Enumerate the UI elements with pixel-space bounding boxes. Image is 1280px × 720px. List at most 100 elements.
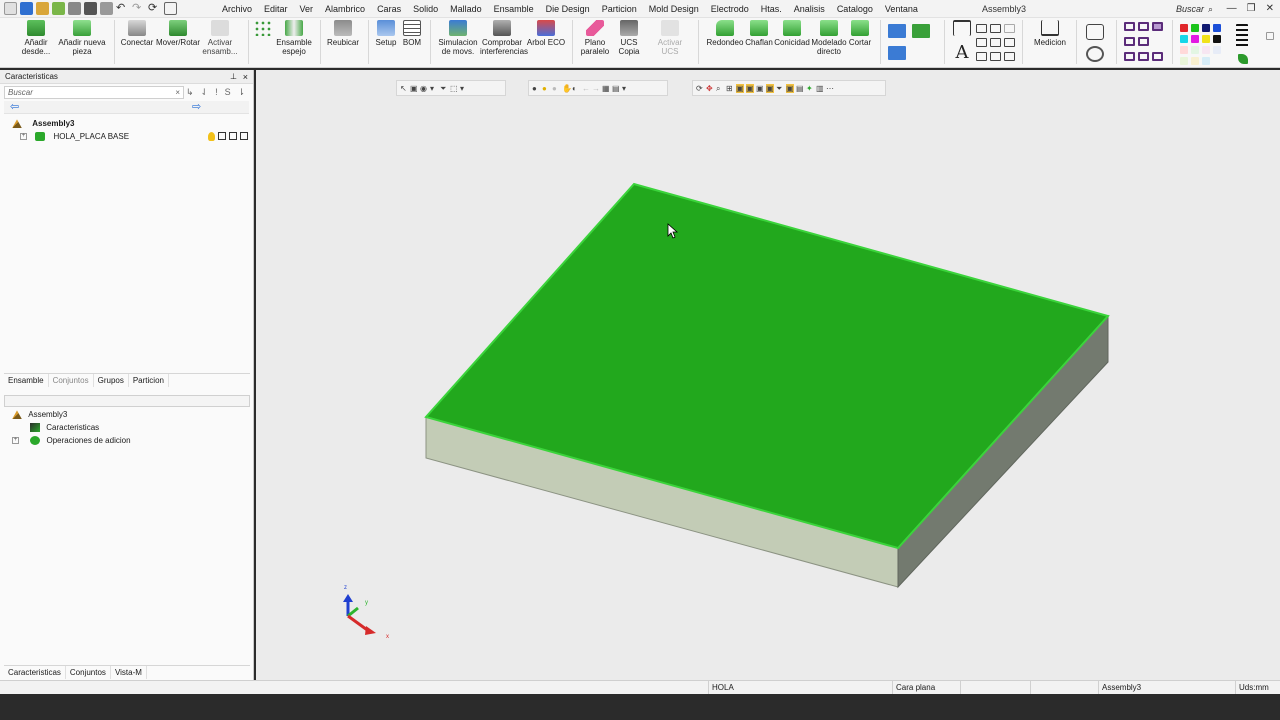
dim-tool-7[interactable] [976,52,987,61]
scene[interactable]: z y x [256,70,1280,680]
menu-item-ventana[interactable]: Ventana [879,0,924,18]
menu-item-mallado[interactable]: Mallado [444,0,488,18]
expand-icon[interactable]: + [20,133,27,141]
activate-assembly-button[interactable]: Activar ensamb... [202,20,238,56]
menu-item-archivo[interactable]: Archivo [216,0,258,18]
open-folder-icon[interactable] [36,2,49,15]
minimize-button[interactable]: — [1227,0,1237,18]
menu-item-die-design[interactable]: Die Design [540,0,596,18]
menu-item-alambrico[interactable]: Alambrico [319,0,371,18]
transform-icon-2[interactable] [912,24,930,38]
taper-button[interactable]: Conicidad [774,20,810,47]
menu-item-editar[interactable]: Editar [258,0,294,18]
part-option-icon-1[interactable] [218,132,226,140]
global-search[interactable]: Buscar ⌕ [1176,2,1222,16]
tab-conjuntos[interactable]: Conjuntos [49,374,94,387]
lower-tree-root[interactable]: Assembly3 [0,408,252,421]
color-light-1[interactable] [1180,46,1188,54]
back-arrow-icon[interactable]: ⇦ [10,100,19,113]
direct-modeling-button[interactable]: Modelado directo [810,20,848,56]
view-cube-5[interactable] [1138,37,1149,46]
relocate-button[interactable]: Reubicar [325,20,361,47]
lower-tree-add-ops[interactable]: + Operaciones de adicion [0,434,252,447]
part-option-icon-2[interactable] [229,132,237,140]
transform-icon-1[interactable] [888,24,906,38]
ucs-copy-button[interactable]: UCS Copia [610,20,648,56]
clear-search-icon[interactable]: × [175,87,180,98]
menu-item-mold-design[interactable]: Mold Design [643,0,705,18]
color-red[interactable] [1180,24,1188,32]
plate-top-face[interactable] [424,182,1110,550]
filter-icon-1[interactable]: ↳ [186,87,194,98]
part-option-icon-3[interactable] [240,132,248,140]
bom-button[interactable]: BOM [400,20,424,47]
color-dark-blue[interactable] [1202,24,1210,32]
print-icon[interactable] [68,2,81,15]
dim-tool-6[interactable] [1004,38,1015,47]
view-icon[interactable] [84,2,97,15]
3d-viewport[interactable]: ↖ ▣ ◉ ▾ ⏷ ⬚ ▾ ● ● ● ✋ ◐ ← → ▦ ▤ ▾ ⟳ ✥ ⌕ … [256,70,1280,680]
view-cube-4[interactable] [1124,37,1135,46]
view-cube-7[interactable] [1138,52,1149,61]
add-new-part-button[interactable]: Añadir nueva pieza [58,20,106,56]
ribbon-expand-icon[interactable] [1266,32,1274,40]
dim-tool-3[interactable] [1004,24,1015,33]
filter-icon-5[interactable]: ⇂ [238,87,246,98]
color-cyan[interactable] [1180,35,1188,43]
tab-ensamble[interactable]: Ensamble [4,374,49,387]
cut-button[interactable]: Cortar [846,20,874,47]
menu-item-electrodo[interactable]: Electrodo [705,0,755,18]
color-light-2[interactable] [1191,46,1199,54]
dim-tool-2[interactable] [990,24,1001,33]
tree-root[interactable]: Assembly3 [0,117,253,130]
text-button[interactable]: A [950,44,974,62]
close-button[interactable]: ✕ [1266,0,1274,18]
dim-tool-4[interactable] [976,38,987,47]
dim-tool-9[interactable] [1004,52,1015,61]
activate-ucs-button[interactable]: Activar UCS [650,20,690,56]
color-green[interactable] [1191,24,1199,32]
menu-item-solido[interactable]: Solido [407,0,444,18]
color-light-5[interactable] [1180,57,1188,65]
filter-icon-2[interactable]: ⇃ [201,87,209,98]
new-file-icon[interactable] [52,2,65,15]
filter-icon-3[interactable]: ! [215,87,218,98]
pin-icon[interactable]: ⊥ [230,70,237,84]
color-light-7[interactable] [1202,57,1210,65]
transform-icon-3[interactable] [888,46,906,60]
menu-item-particion[interactable]: Particion [596,0,643,18]
zoom-window-icon[interactable] [1086,24,1104,40]
fillet-button[interactable]: Redondeo [705,20,745,47]
tab-caracteristicas[interactable]: Caracteristicas [4,666,66,679]
undo-icon[interactable]: ↶ [116,2,129,15]
tab-grupos[interactable]: Grupos [94,374,129,387]
restore-button[interactable]: ❐ [1247,0,1256,18]
line-style-icon[interactable] [1236,24,1248,48]
color-magenta[interactable] [1191,35,1199,43]
menu-item-ver[interactable]: Ver [294,0,320,18]
menu-item-caras[interactable]: Caras [371,0,407,18]
view-cube-6[interactable] [1124,52,1135,61]
color-yellow[interactable] [1202,35,1210,43]
expand-icon[interactable]: + [12,437,19,445]
zoom-search-icon[interactable] [1086,46,1104,62]
color-light-4[interactable] [1213,46,1221,54]
dim-tool-5[interactable] [990,38,1001,47]
connect-button[interactable]: Conectar [120,20,154,47]
mirror-assembly-button[interactable]: Ensamble espejo [276,20,312,56]
tab-vista-m[interactable]: Vista-M [111,666,147,679]
lower-tree-features[interactable]: Caracteristicas [0,421,252,434]
pattern-button[interactable] [252,20,274,38]
panel-close-icon[interactable]: × [243,70,248,84]
menu-item-analisis[interactable]: Analisis [788,0,831,18]
move-rotate-button[interactable]: Mover/Rotar [155,20,201,47]
check-interference-button[interactable]: Comprobar interferencias [480,20,528,56]
setup-button[interactable]: Setup [373,20,399,47]
tree-item-part[interactable]: + HOLA_PLACA BASE [0,130,253,143]
view-cube-8[interactable] [1152,52,1163,61]
visibility-bulb-icon[interactable] [208,132,215,141]
color-black[interactable] [1213,35,1221,43]
save-icon[interactable] [20,2,33,15]
view-cube-2[interactable] [1138,22,1149,31]
forward-arrow-icon[interactable]: ⇨ [192,100,201,113]
